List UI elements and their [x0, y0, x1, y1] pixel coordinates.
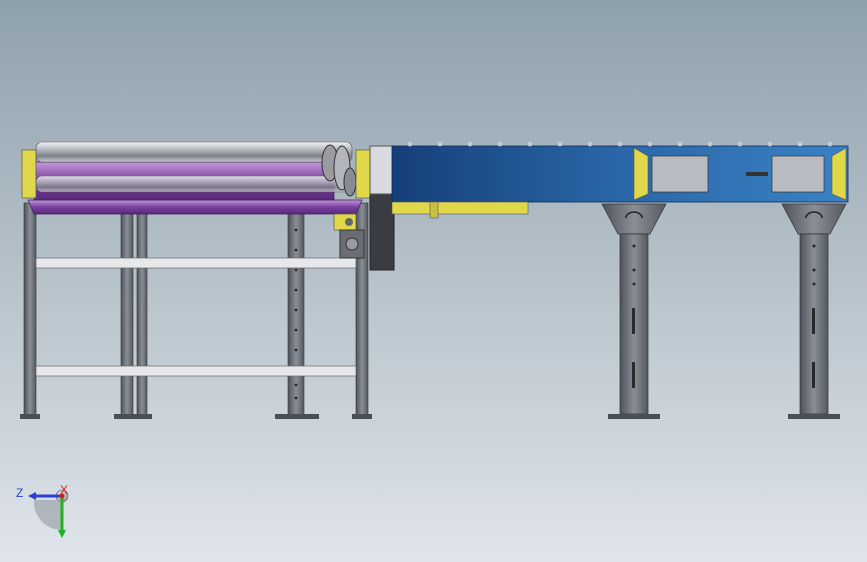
- roller-conveyor-skirt: [27, 199, 363, 215]
- triad-z-label: Z: [16, 486, 23, 500]
- belt-top-rollers: [407, 141, 833, 147]
- drive-motor: [339, 229, 365, 259]
- graphics-viewport[interactable]: Z X: [0, 0, 867, 562]
- transition-plate: [369, 145, 395, 271]
- triad-x-label: X: [60, 483, 68, 497]
